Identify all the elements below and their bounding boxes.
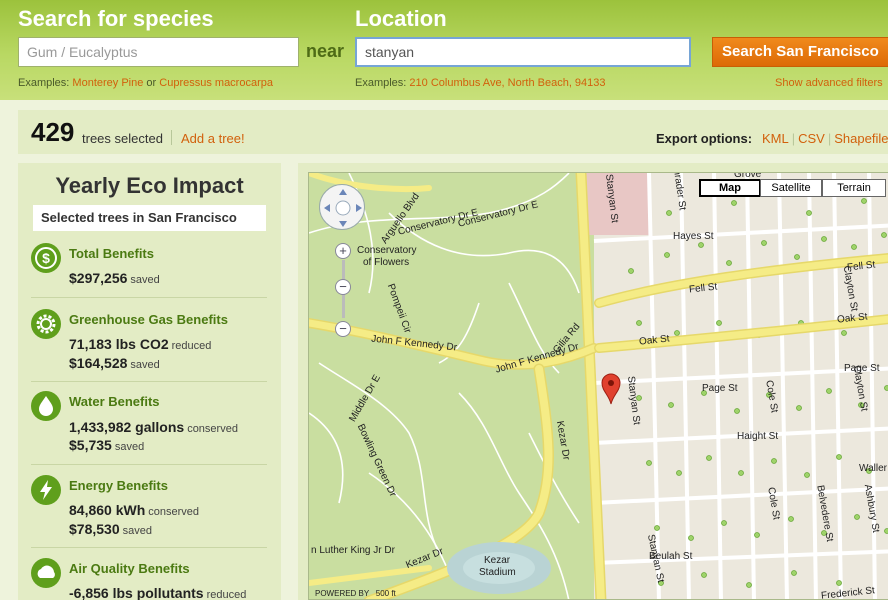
divider (171, 130, 172, 145)
pan-arrows-icon (324, 189, 362, 227)
advanced-filters-link[interactable]: Show advanced filters (775, 77, 883, 89)
examples-label: Examples: (355, 77, 407, 89)
zoom-slider-handle[interactable]: − (335, 279, 351, 295)
benefit-value: $78,530 (69, 521, 120, 537)
zoom-out-button[interactable]: − (335, 321, 351, 337)
near-label: near (306, 41, 345, 61)
divider (31, 547, 267, 548)
divider (31, 464, 267, 465)
location-title: Location (355, 6, 447, 31)
gear-icon (31, 309, 61, 339)
export-options: KML | CSV | Shapefile (762, 131, 888, 146)
map-base-layer (309, 173, 888, 599)
species-search-input[interactable]: Gum / Eucalyptus (18, 37, 299, 67)
benefit-value: 71,183 lbs CO2 (69, 336, 169, 352)
map-label: Waller (859, 463, 887, 474)
map-pan-control[interactable] (319, 184, 365, 230)
add-tree-link[interactable]: Add a tree! (181, 131, 245, 146)
map-label: Page St (702, 383, 738, 394)
benefit-value-line: $5,735 saved (69, 437, 144, 453)
benefit-value-line: -6,856 lbs pollutants reduced (69, 585, 246, 600)
export-label: Export options: (656, 131, 753, 146)
location-examples: Examples: 210 Columbus Ave, North Beach,… (355, 77, 606, 89)
export-shapefile-link[interactable]: Shapefile (834, 131, 888, 146)
benefit-value-line: $78,530 saved (69, 521, 152, 537)
example-link-address[interactable]: 210 Columbus Ave, North Beach, 94133 (409, 77, 605, 89)
benefit-unit: reduced (171, 340, 212, 352)
location-input[interactable]: stanyan (355, 37, 691, 67)
benefit-value: $297,256 (69, 270, 128, 286)
map-label: Beulah St (649, 551, 693, 562)
examples-label: Examples: (18, 77, 70, 89)
divider: | (827, 131, 832, 146)
eco-impact-title: Yearly Eco Impact (55, 173, 244, 198)
map-label: Haight St (737, 431, 779, 442)
benefit-name: Energy Benefits (69, 478, 168, 493)
benefit-name: Greenhouse Gas Benefits (69, 312, 228, 327)
benefit-value: 84,860 kWh (69, 502, 146, 518)
scale-label: 500 ft (375, 589, 396, 598)
species-search-title: Search for species (18, 6, 214, 31)
map-type-terrain-button[interactable]: Terrain (822, 179, 886, 197)
export-kml-link[interactable]: KML (762, 131, 789, 146)
benefit-value-line: 71,183 lbs CO2 reduced (69, 336, 211, 352)
benefit-unit: saved (114, 441, 145, 453)
tree-count: 429 (31, 117, 75, 147)
search-header: Search for species Gum / Eucalyptus near… (0, 0, 888, 100)
benefit-unit: saved (130, 359, 160, 371)
location-marker-icon[interactable] (601, 373, 621, 410)
benefit-value-line: $164,528 saved (69, 355, 160, 371)
dollar-icon: $ (31, 243, 61, 273)
tree-map[interactable]: Map Satellite Terrain + − − Conservatory… (308, 172, 888, 600)
map-type-satellite-button[interactable]: Satellite (760, 179, 822, 197)
benefit-value-line: 84,860 kWh conserved (69, 502, 199, 518)
divider: | (791, 131, 796, 146)
divider (31, 381, 267, 382)
map-label: Kezar (484, 555, 511, 566)
map-label: of Flowers (363, 257, 410, 268)
eco-impact-panel: Yearly Eco Impact Selected trees in San … (18, 163, 281, 600)
svg-text:$: $ (42, 250, 50, 266)
benefit-value-line: $297,256 saved (69, 270, 160, 286)
benefit-value: $164,528 (69, 355, 128, 371)
export-csv-link[interactable]: CSV (798, 131, 825, 146)
results-bar: 429 trees selected Add a tree! Export op… (18, 110, 888, 154)
benefit-unit: conserved (148, 506, 200, 518)
map-scale: POWERED BY 500 ft (315, 589, 396, 598)
benefit-value: -6,856 lbs pollutants (69, 585, 204, 600)
eco-impact-subtitle: Selected trees in San Francisco (33, 205, 266, 231)
benefit-name: Air Quality Benefits (69, 561, 190, 576)
search-button[interactable]: Search San Francisco (712, 37, 888, 67)
map-label: Grove (734, 172, 762, 180)
map-label: Stadium (479, 567, 516, 578)
benefit-unit: reduced (206, 589, 247, 600)
water-drop-icon (31, 391, 61, 421)
zoom-in-button[interactable]: + (335, 243, 351, 259)
benefit-unit: saved (130, 274, 160, 286)
lightning-icon (31, 475, 61, 505)
benefit-value: $5,735 (69, 437, 112, 453)
map-type-map-button[interactable]: Map (699, 179, 761, 197)
benefit-unit: conserved (187, 423, 238, 435)
examples-or: or (146, 77, 157, 89)
map-label: n Luther King Jr Dr (311, 545, 395, 556)
cloud-icon (31, 558, 61, 588)
map-label: Hayes St (673, 231, 714, 242)
map-label: Conservatory (357, 245, 417, 256)
example-link-cupressus[interactable]: Cupressus macrocarpa (159, 77, 273, 89)
benefit-name: Total Benefits (69, 246, 154, 261)
benefit-value: 1,433,982 gallons (69, 419, 185, 435)
example-link-monterey-pine[interactable]: Monterey Pine (72, 77, 143, 89)
benefit-name: Water Benefits (69, 394, 160, 409)
tree-count-label: trees selected (82, 131, 163, 146)
species-examples: Examples: Monterey Pine or Cupressus mac… (18, 77, 273, 89)
benefit-unit: saved (122, 525, 152, 537)
powered-by-label: POWERED BY (315, 589, 370, 598)
benefit-value-line: 1,433,982 gallons conserved (69, 419, 238, 435)
divider (31, 297, 267, 298)
